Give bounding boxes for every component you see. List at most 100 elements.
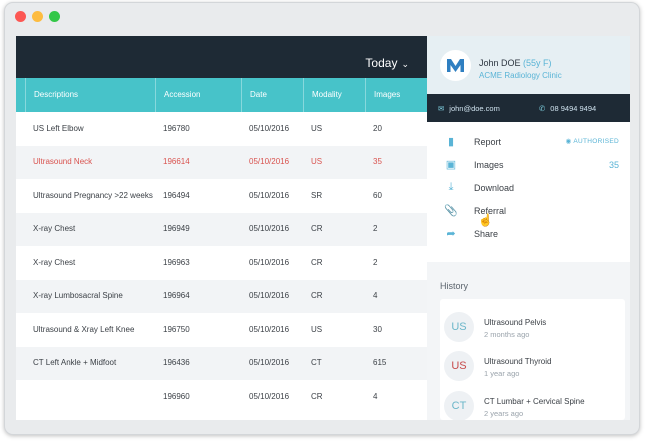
cell-description: Ultrasound Neck <box>33 157 93 167</box>
share-action[interactable]: ➦ Share <box>444 226 619 244</box>
email-text: john@doe.com <box>449 104 500 113</box>
referral-action[interactable]: 📎 Referral <box>444 203 619 221</box>
paperclip-icon: 📎 <box>444 205 458 217</box>
cell-modality: US <box>311 157 323 167</box>
cell-modality: SR <box>311 190 323 200</box>
table-row[interactable]: 196960 05/10/2016 CR 4 <box>16 380 427 414</box>
authorised-text: AUTHORISED <box>573 138 619 145</box>
table-row[interactable]: CT Left Ankle + Midfoot 196436 05/10/201… <box>16 346 427 380</box>
hand-cursor-icon: ☝ <box>478 213 493 227</box>
cell-description: US Left Elbow <box>33 123 84 133</box>
cell-date: 05/10/2016 <box>249 190 290 200</box>
cell-description: X-ray Chest <box>33 257 76 267</box>
cell-accession: 196750 <box>163 324 190 334</box>
history-item[interactable]: US Ultrasound Thyroid 1 year ago <box>440 351 625 389</box>
table-row-selected[interactable]: Ultrasound Neck 196614 05/10/2016 US 35 <box>16 145 427 179</box>
download-label: Download <box>474 183 515 193</box>
cell-modality: CR <box>311 224 323 234</box>
document-icon: ▮ <box>447 136 455 148</box>
history-item[interactable]: US Ultrasound Pelvis 2 months ago <box>440 312 625 350</box>
patient-age-sex: (55y F) <box>523 58 552 68</box>
phone-text: 08 9494 9494 <box>550 104 597 113</box>
share-label: Share <box>474 229 499 239</box>
column-header-descriptions[interactable]: Descriptions <box>25 78 155 112</box>
cell-date: 05/10/2016 <box>249 391 290 401</box>
column-header-date[interactable]: Date <box>241 78 303 112</box>
cell-accession: 196960 <box>163 391 190 401</box>
cell-modality: CR <box>311 391 323 401</box>
cell-accession: 196949 <box>163 224 190 234</box>
envelope-icon: ✉ <box>438 104 445 113</box>
column-header-images[interactable]: Images <box>365 78 427 112</box>
date-filter-dropdown[interactable]: Today ⌄ <box>365 56 409 70</box>
cell-accession: 196964 <box>163 291 190 301</box>
cell-modality: US <box>311 324 323 334</box>
images-label: Images <box>474 160 504 170</box>
history-heading: History <box>440 281 469 291</box>
authorised-badge: ◉ AUTHORISED <box>565 138 619 145</box>
phone-icon: ✆ <box>539 104 546 113</box>
history-item-date: 2 years ago <box>484 409 524 418</box>
cell-accession: 196614 <box>163 157 190 167</box>
table-row[interactable]: US Left Elbow 196780 05/10/2016 US 20 <box>16 112 427 146</box>
clinic-name: ACME Radiology Clinic <box>479 71 562 80</box>
history-item-date: 2 months ago <box>484 330 530 339</box>
chevron-down-icon: ⌄ <box>401 59 409 69</box>
modality-avatar: CT <box>444 391 474 420</box>
email-link[interactable]: ✉ john@doe.com <box>438 104 500 113</box>
cell-images: 615 <box>373 358 387 368</box>
contact-bar: ✉ john@doe.com ✆ 08 9494 9494 <box>427 94 630 122</box>
column-header-accession[interactable]: Accession <box>155 78 241 112</box>
cell-images: 4 <box>373 291 378 301</box>
images-count: 35 <box>608 160 619 170</box>
clinic-logo-icon <box>440 50 471 81</box>
cell-description: X-ray Lumbosacral Spine <box>33 291 123 301</box>
actions-list: ▮ Report ◉ AUTHORISED ▣ Images 35 ⤓ Down… <box>427 122 630 262</box>
phone-link[interactable]: ✆ 08 9494 9494 <box>539 104 596 113</box>
cell-date: 05/10/2016 <box>249 224 290 234</box>
history-list: US Ultrasound Pelvis 2 months ago US Ult… <box>440 299 625 420</box>
cell-date: 05/10/2016 <box>249 157 290 167</box>
study-list-panel: Today ⌄ Descriptions Accession Date Modal… <box>16 36 427 420</box>
cell-accession: 196780 <box>163 123 190 133</box>
date-filter-label: Today <box>365 56 398 70</box>
images-action[interactable]: ▣ Images 35 <box>444 157 619 175</box>
cell-images: 30 <box>373 324 382 334</box>
cell-images: 35 <box>373 157 382 167</box>
column-header-modality[interactable]: Modality <box>303 78 365 112</box>
cell-images: 2 <box>373 224 378 234</box>
patient-name-text: John DOE <box>479 58 521 68</box>
cell-date: 05/10/2016 <box>249 324 290 334</box>
cell-images: 20 <box>373 123 382 133</box>
table-row[interactable]: X-ray Lumbosacral Spine 196964 05/10/201… <box>16 279 427 313</box>
maximize-window-button[interactable] <box>49 11 60 22</box>
images-icon: ▣ <box>445 159 457 171</box>
modality-avatar: US <box>444 351 474 381</box>
cell-date: 05/10/2016 <box>249 291 290 301</box>
report-action[interactable]: ▮ Report ◉ AUTHORISED <box>444 134 619 152</box>
history-item[interactable]: CT CT Lumbar + Cervical Spine 2 years ag… <box>440 391 625 420</box>
table-row[interactable]: X-ray Chest 196963 05/10/2016 CR 2 <box>16 246 427 280</box>
cell-accession: 196494 <box>163 190 190 200</box>
cell-date: 05/10/2016 <box>249 123 290 133</box>
minimize-window-button[interactable] <box>32 11 43 22</box>
app-window: Today ⌄ Descriptions Accession Date Modal… <box>4 2 640 435</box>
cell-images: 60 <box>373 190 382 200</box>
cell-accession: 196436 <box>163 358 190 368</box>
cell-modality: CT <box>311 358 322 368</box>
cell-description <box>25 380 155 414</box>
download-icon: ⤓ <box>448 181 454 193</box>
table-row[interactable]: Ultrasound & Xray Left Knee 196750 05/10… <box>16 313 427 347</box>
patient-name: John DOE (55y F) <box>479 58 552 68</box>
close-window-button[interactable] <box>15 11 26 22</box>
cell-modality: CR <box>311 291 323 301</box>
table-row[interactable]: X-ray Chest 196949 05/10/2016 CR 2 <box>16 212 427 246</box>
cell-date: 05/10/2016 <box>249 358 290 368</box>
download-action[interactable]: ⤓ Download <box>444 180 619 198</box>
history-item-date: 1 year ago <box>484 369 520 378</box>
history-item-title: CT Lumbar + Cervical Spine <box>484 397 585 406</box>
patient-detail-panel: John DOE (55y F) ACME Radiology Clinic ✉… <box>427 36 630 420</box>
table-header: Descriptions Accession Date Modality Ima… <box>16 78 427 112</box>
cell-description: X-ray Chest <box>33 224 76 234</box>
table-row[interactable]: Ultrasound Pregnancy >22 weeks 196494 05… <box>16 179 427 213</box>
